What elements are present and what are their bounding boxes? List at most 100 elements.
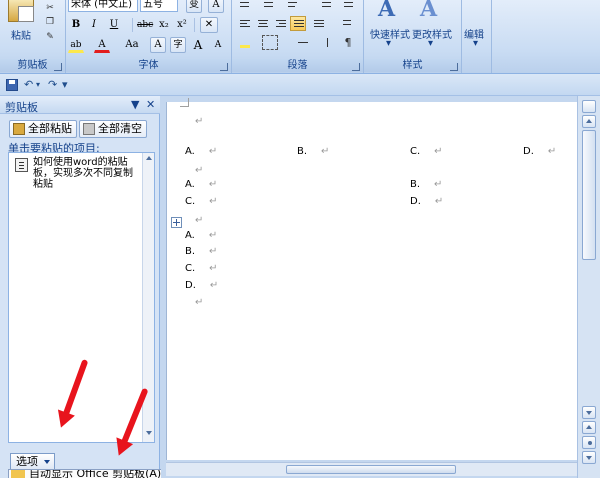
paste-all-button[interactable]: 全部粘贴: [9, 120, 77, 138]
paragraph-mark: ↵: [434, 179, 443, 190]
chinese-layout-icon[interactable]: [294, 35, 310, 50]
previous-page-button[interactable]: [582, 421, 596, 434]
edit-group: 编辑 ▾: [462, 0, 492, 73]
subscript-button[interactable]: x₂: [156, 17, 172, 33]
clear-format-button[interactable]: ✕: [200, 17, 218, 33]
option-label: B. ↵: [185, 246, 218, 257]
double-down-icon: [586, 456, 592, 460]
clear-all-icon: [83, 123, 95, 135]
italic-button[interactable]: I: [86, 17, 102, 33]
styles-group-label: 样式: [364, 59, 461, 72]
select-browse-object-button[interactable]: [582, 436, 596, 449]
auto-show-menu-item[interactable]: 自动显示 Office 剪贴板(A): [29, 470, 161, 478]
paragraph-mark: ↵: [209, 280, 219, 291]
option-label: C. ↵: [410, 146, 443, 157]
align-left-icon[interactable]: [236, 16, 252, 31]
scroll-down-button[interactable]: [582, 406, 596, 419]
quick-styles-dropdown[interactable]: ▾: [386, 38, 391, 49]
paragraph-mark: ↵: [195, 215, 204, 226]
undo-dropdown[interactable]: ▾: [36, 77, 40, 93]
copy-icon[interactable]: ❐: [44, 16, 56, 28]
change-case-button[interactable]: Aa: [120, 37, 144, 53]
paste-button[interactable]: 粘贴: [11, 27, 31, 42]
option-label: A. ↵: [185, 230, 218, 241]
sort-icon[interactable]: [320, 35, 336, 50]
bullets-icon[interactable]: [236, 0, 252, 13]
divider: [194, 18, 195, 32]
shrink-font-button[interactable]: A: [210, 37, 226, 53]
scroll-up-icon[interactable]: [146, 156, 152, 160]
scroll-up-button[interactable]: [582, 115, 596, 128]
undo-button[interactable]: ↶: [24, 77, 33, 93]
paragraph-mark: ↵: [547, 146, 557, 157]
pane-menu-icon[interactable]: ▼: [131, 98, 139, 112]
numbering-icon[interactable]: [260, 0, 276, 13]
horizontal-scroll-thumb[interactable]: [286, 465, 456, 474]
distributed-icon[interactable]: [310, 16, 326, 31]
clipboard-item[interactable]: 如何使用word的粘贴板，实现多次不同复制粘贴: [13, 157, 138, 190]
table-move-handle-icon[interactable]: [171, 217, 182, 228]
font-launcher-icon[interactable]: [220, 63, 228, 71]
clear-all-button[interactable]: 全部清空: [79, 120, 147, 138]
paragraph-mark: ↵: [209, 246, 218, 257]
decrease-indent-icon[interactable]: [318, 0, 334, 13]
option-label: D. ↵: [523, 146, 557, 157]
font-size-select[interactable]: 五号: [140, 0, 178, 12]
clear-all-label: 全部清空: [98, 122, 142, 135]
bold-button[interactable]: B: [68, 17, 84, 33]
strikethrough-button[interactable]: abc: [136, 17, 154, 33]
ribbon: 粘贴 ✂ ❐ ✎ 剪贴板 宋体 (中文正) 五号 变 A B I U abc x…: [0, 0, 600, 74]
cut-icon[interactable]: ✂: [44, 2, 56, 14]
vertical-scroll-thumb[interactable]: [582, 130, 596, 260]
superscript-button[interactable]: x²: [174, 17, 190, 33]
show-marks-icon[interactable]: ¶: [340, 35, 356, 50]
paragraph-launcher-icon[interactable]: [352, 63, 360, 71]
vertical-scrollbar[interactable]: [577, 96, 600, 478]
browse-object-icon: [588, 441, 592, 445]
clipboard-launcher-icon[interactable]: [54, 63, 62, 71]
customize-qat-button[interactable]: ▾: [62, 77, 68, 93]
crop-mark: [180, 106, 188, 107]
save-icon[interactable]: [6, 79, 18, 91]
font-color-button[interactable]: A: [94, 37, 110, 53]
increase-indent-icon[interactable]: [340, 0, 356, 13]
paragraph-mark: ↵: [208, 146, 218, 157]
multilevel-list-icon[interactable]: [284, 0, 300, 13]
format-painter-icon[interactable]: ✎: [44, 31, 56, 43]
borders-icon[interactable]: [262, 35, 278, 50]
quick-styles-icon[interactable]: A: [378, 0, 395, 22]
divider: [132, 18, 133, 32]
edit-dropdown[interactable]: ▾: [473, 38, 478, 49]
close-icon[interactable]: ✕: [146, 98, 155, 112]
horizontal-scrollbar[interactable]: [166, 462, 577, 476]
document-page[interactable]: ↵ A. ↵ B. ↵ C. ↵ D. ↵ ↵ A. ↵ B. ↵ C. ↵ D. ↵ ↵ A. ↵ B. ↵ C. ↵ D. ↵ ↵: [166, 98, 577, 460]
font-name-select[interactable]: 宋体 (中文正): [68, 0, 138, 12]
phonetic-guide-button[interactable]: 变: [186, 0, 202, 13]
grow-font-button[interactable]: A: [190, 37, 206, 53]
double-up-icon: [586, 425, 592, 429]
clipboard-list: 如何使用word的粘贴板，实现多次不同复制粘贴: [8, 152, 155, 443]
char-border-button[interactable]: A: [208, 0, 224, 13]
align-right-icon[interactable]: [272, 16, 288, 31]
underline-button[interactable]: U: [106, 17, 122, 33]
pane-title: 剪贴板: [5, 101, 38, 114]
ruler-toggle-button[interactable]: [582, 100, 596, 113]
align-center-icon[interactable]: [254, 16, 270, 31]
line-spacing-icon[interactable]: [336, 16, 352, 31]
option-label: C. ↵: [185, 263, 218, 274]
option-label: D. ↵: [185, 280, 219, 291]
shading-icon[interactable]: [236, 35, 252, 50]
enclose-chars-button[interactable]: 字: [170, 37, 186, 53]
styles-launcher-icon[interactable]: [450, 63, 458, 71]
paragraph-mark: ↵: [195, 297, 204, 308]
next-page-button[interactable]: [582, 451, 596, 464]
change-styles-icon[interactable]: A: [420, 0, 437, 22]
highlight-button[interactable]: ab: [68, 37, 84, 53]
scroll-down-icon[interactable]: [146, 431, 152, 435]
paste-icon[interactable]: [8, 0, 34, 22]
change-styles-dropdown[interactable]: ▾: [428, 38, 433, 49]
justify-icon[interactable]: [290, 16, 306, 31]
options-button[interactable]: 选项: [10, 453, 55, 470]
char-shading-button[interactable]: A: [150, 37, 166, 53]
redo-button[interactable]: ↷: [48, 77, 57, 93]
